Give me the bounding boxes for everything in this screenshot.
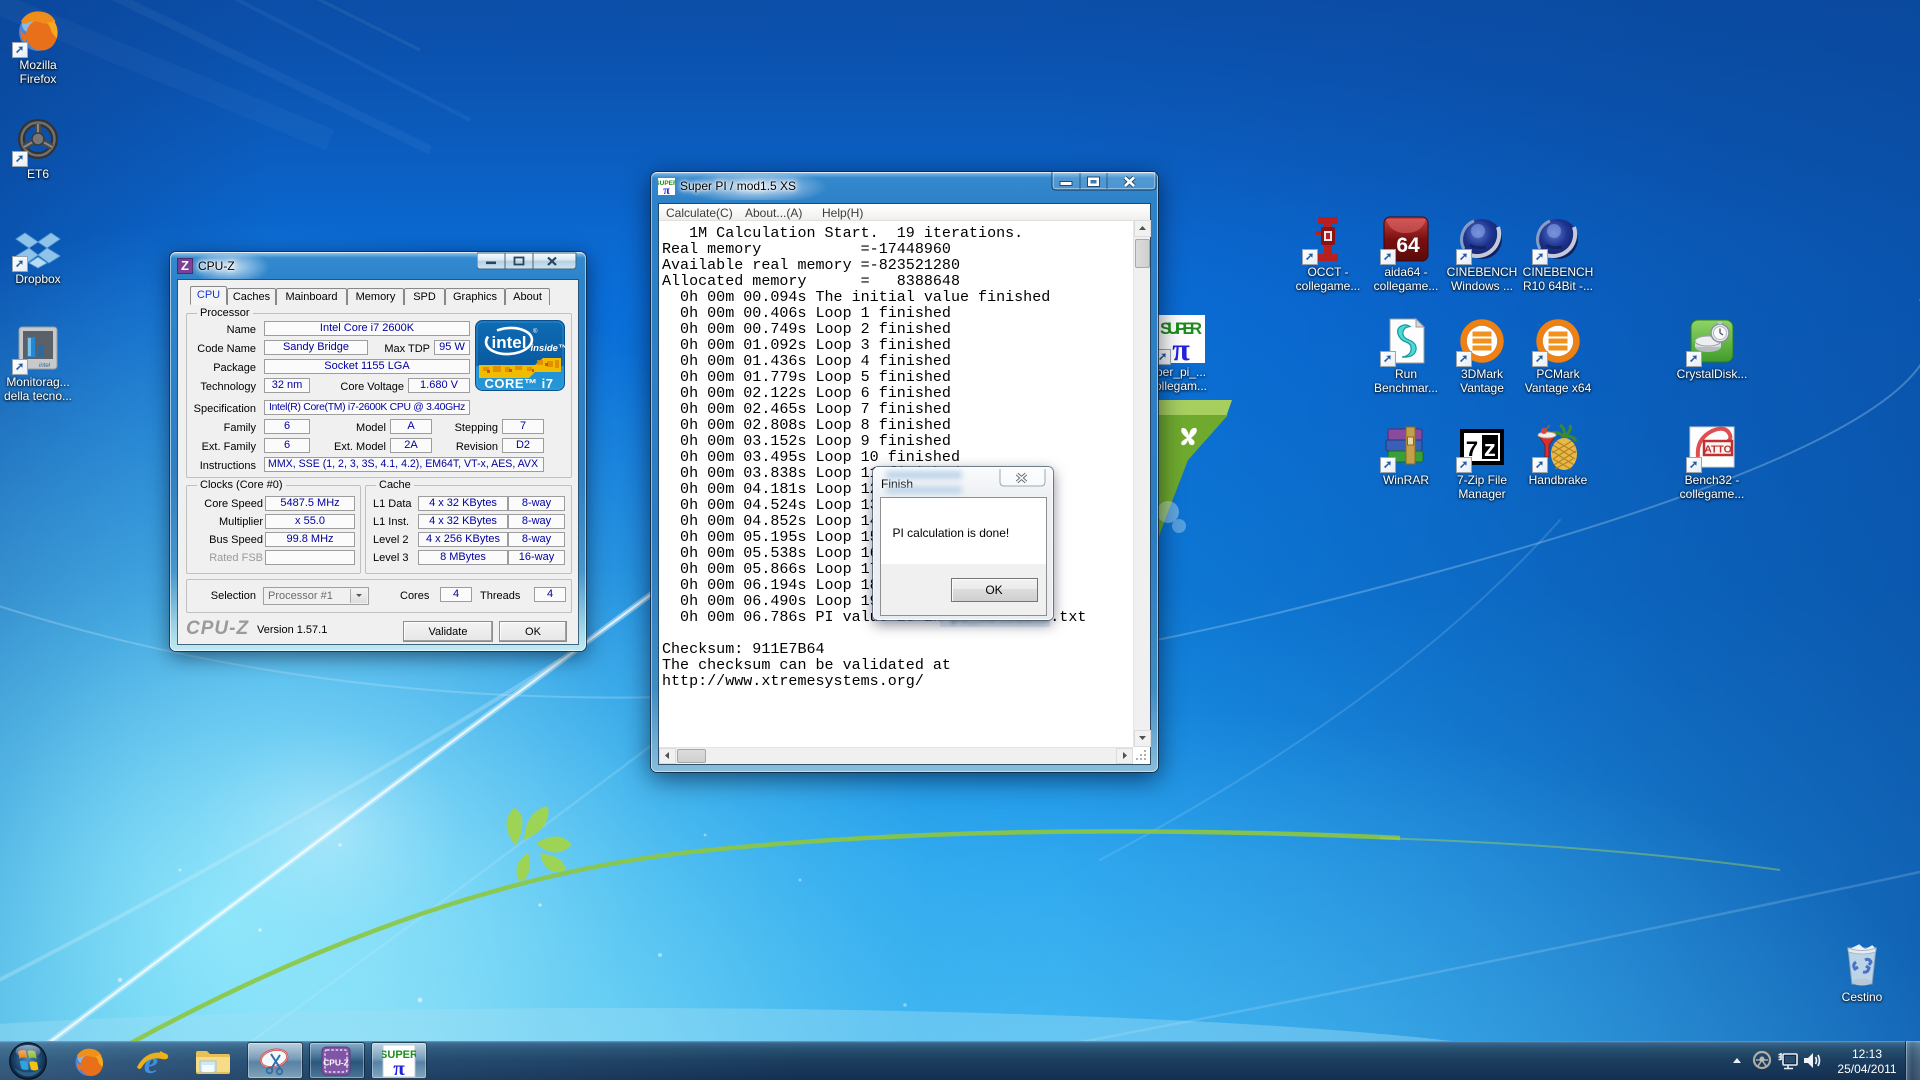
svg-text:intel: intel	[39, 363, 51, 369]
svg-text:π: π	[1172, 331, 1190, 363]
svg-text:CPU-Z: CPU-Z	[323, 1058, 349, 1068]
svg-text:CORE™ i7: CORE™ i7	[484, 376, 553, 391]
svg-text:64: 64	[1396, 234, 1420, 257]
svg-text:inside™: inside™	[531, 343, 565, 354]
svg-text:π: π	[393, 1056, 405, 1078]
svg-text:ATTO: ATTO	[1704, 444, 1732, 456]
svg-text:intel: intel	[492, 333, 527, 352]
svg-text:e: e	[144, 1046, 158, 1078]
svg-text:®: ®	[533, 328, 538, 335]
svg-text:z: z	[1483, 438, 1496, 463]
